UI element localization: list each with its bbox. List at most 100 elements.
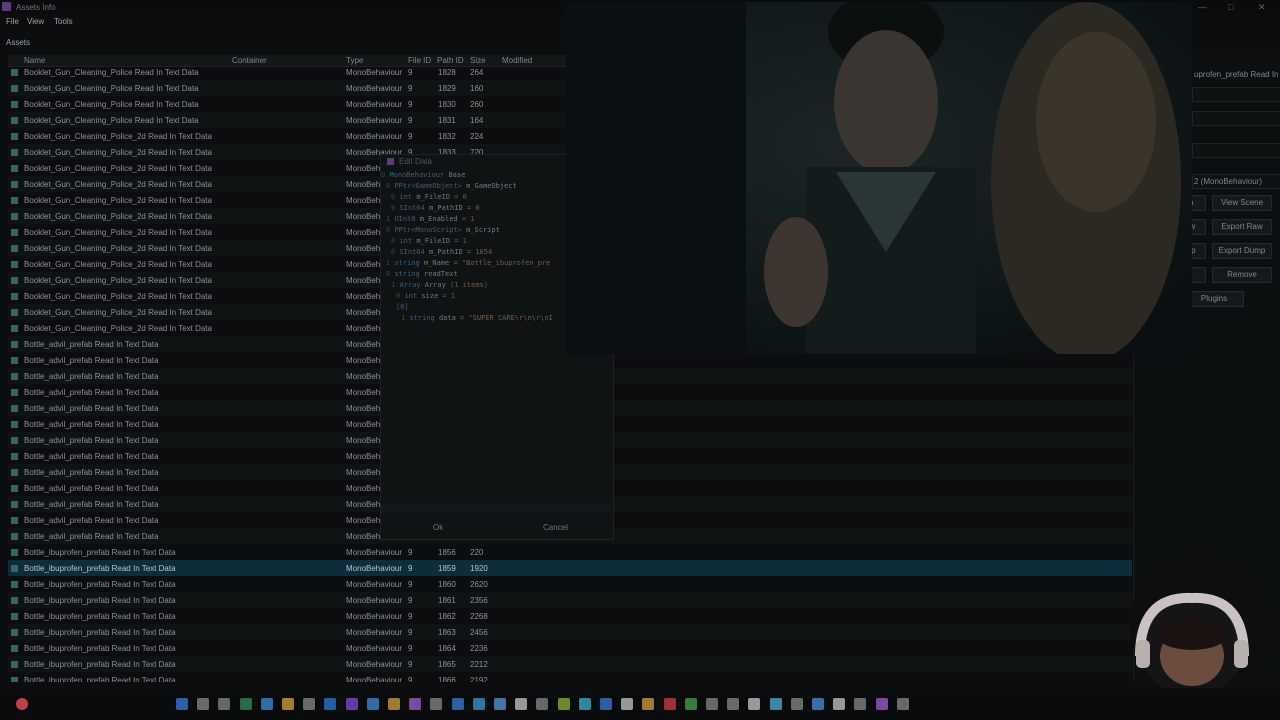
cell-type: MonoBeh [346,468,381,477]
column-file-id[interactable]: File ID [408,56,431,65]
tree-node[interactable]: 0 int size = 1 [396,292,455,300]
tree-node[interactable]: 0 MonoBehaviour Base [381,171,465,179]
taskbar-app-icon[interactable] [239,698,252,710]
taskbar-app-icon[interactable] [409,698,422,710]
tree-node[interactable]: 1 string data = "SUPER CARE\r\n\r\nI [401,314,553,322]
view-scene-button[interactable]: View Scene [1212,195,1272,211]
cell-type: MonoBeh [346,356,381,365]
cancel-button[interactable]: Cancel [543,523,568,532]
cell-type: MonoBeh [346,180,381,189]
cell-type: MonoBehaviour [346,612,403,621]
taskbar-app-icon[interactable] [600,698,612,710]
taskbar-app-icon[interactable] [197,698,210,710]
taskbar-app-icon[interactable] [388,698,400,710]
tree-node[interactable]: 0 int m_FileID = 0 [391,193,467,201]
tree-node[interactable]: 1 Array Array (1 items) [391,281,488,289]
taskbar-app-icon[interactable] [578,698,591,710]
tree-node[interactable]: [0] [396,303,409,311]
tree-node-type: MonoBehaviour [389,171,445,179]
taskbar-app-icon[interactable] [515,698,528,710]
taskbar-app-icon[interactable] [282,698,294,710]
taskbar-app-icon[interactable] [790,698,803,710]
tree-node[interactable]: 1 UInt8 m_Enabled = 1 [386,215,475,223]
taskbar-app-icon[interactable] [769,698,782,710]
taskbar-app-icon[interactable] [430,698,443,710]
taskbar-app-icon[interactable] [854,698,867,710]
ok-button[interactable]: Ok [433,523,443,532]
close-icon[interactable]: ✕ [1258,2,1266,13]
plugins-button[interactable]: Plugins [1184,291,1244,307]
table-row[interactable]: Bottle_ibuprofen_prefab Read In Text Dat… [8,656,1132,672]
column-container[interactable]: Container [232,56,267,65]
table-row[interactable]: Bottle_ibuprofen_prefab Read In Text Dat… [8,608,1132,624]
table-row[interactable]: Bottle_ibuprofen_prefab Read In Text Dat… [8,544,1132,560]
cell-size: 224 [470,132,484,141]
table-row[interactable]: Bottle_ibuprofen_prefab Read In Text Dat… [8,640,1132,656]
taskbar-app-icon[interactable] [663,698,676,710]
minimize-icon[interactable]: — [1198,2,1207,12]
cell-size: 2268 [470,612,488,621]
column-size[interactable]: Size [470,56,486,65]
taskbar-app-icon[interactable] [218,698,231,710]
remove-button[interactable]: Remove [1212,267,1272,283]
tree-node-name: Base [448,171,466,179]
taskbar-app-icon[interactable] [748,698,761,710]
table-row[interactable]: Bottle_ibuprofen_prefab Read In Text Dat… [8,592,1132,608]
tree-node[interactable]: 0 int m_FileID = 1 [391,237,467,245]
table-row[interactable]: Bottle_ibuprofen_prefab Read In Text Dat… [8,576,1132,592]
cell-file-id: 9 [408,116,413,125]
cell-path-id: 1862 [438,612,456,621]
tree-node[interactable]: 0 SInt64 m_PathID = 1654 [391,248,492,256]
column-type[interactable]: Type [346,56,363,65]
dialog-scrollbar[interactable] [381,505,611,513]
taskbar-app-icon[interactable] [472,698,485,710]
taskbar-app-icon[interactable] [727,698,740,710]
start-icon[interactable] [16,698,28,710]
taskbar-app-icon[interactable] [812,698,824,710]
taskbar-app-icon[interactable] [896,698,909,710]
taskbar-app-icon[interactable] [684,698,697,710]
taskbar-app-icon[interactable] [557,698,570,710]
export-raw-button[interactable]: Export Raw [1212,219,1272,235]
column-modified[interactable]: Modified [502,56,532,65]
tree-node[interactable]: 0 string readText [386,270,458,278]
tree-node[interactable]: 1 string m_Name = "Bottle_ibuprofen_pre [386,259,550,267]
cell-size: 1920 [470,564,488,573]
taskbar-app-icon[interactable] [494,698,506,710]
tree-node[interactable]: 0 SInt64 m_PathID = 0 [391,204,480,212]
maximize-icon[interactable]: □ [1228,2,1233,12]
taskbar-app-icon[interactable] [451,698,464,710]
cell-type: MonoBehaviour [346,660,403,669]
taskbar-app-icon[interactable] [875,698,888,710]
table-row[interactable]: Bottle_ibuprofen_prefab Read In Text Dat… [8,560,1132,576]
taskbar-app-icon[interactable] [621,698,634,710]
cell-name: Bottle_ibuprofen_prefab Read In Text Dat… [24,564,176,573]
menu-tools[interactable]: Tools [54,17,73,26]
table-row[interactable]: Bottle_ibuprofen_prefab Read In Text Dat… [8,672,1132,682]
taskbar-app-icon[interactable] [642,698,655,710]
taskbar-app-icon[interactable] [366,698,379,710]
column-path-id[interactable]: Path ID [437,56,464,65]
taskbar-app-icon[interactable] [324,698,337,710]
cell-name: Bottle_advil_prefab Read In Text Data [24,372,159,381]
export-dump-button[interactable]: Export Dump [1212,243,1272,259]
column-name[interactable]: Name [24,56,45,65]
tree-node[interactable]: 0 PPtr<MonoScript> m_Script [386,226,500,234]
dialog-title: Edit Data [399,157,432,166]
taskbar-app-icon[interactable] [303,698,316,710]
taskbar-app-icon[interactable] [260,698,273,710]
cell-name: Bottle_advil_prefab Read In Text Data [24,388,159,397]
table-row[interactable]: Bottle_ibuprofen_prefab Read In Text Dat… [8,624,1132,640]
taskbar-app-icon[interactable] [833,698,846,710]
menu-view[interactable]: View [27,17,44,26]
taskbar-app-icon[interactable] [176,698,188,710]
cell-size: 2620 [470,580,488,589]
taskbar-app-icon[interactable] [345,698,358,710]
cell-path-id: 1856 [438,548,456,557]
tree-node[interactable]: 0 PPtr<GameObject> m_GameObject [386,182,517,190]
taskbar-app-icon[interactable] [536,698,549,710]
menu-file[interactable]: File [6,17,19,26]
taskbar [0,690,1280,720]
taskbar-app-icon[interactable] [706,698,718,710]
cell-size: 160 [470,84,484,93]
